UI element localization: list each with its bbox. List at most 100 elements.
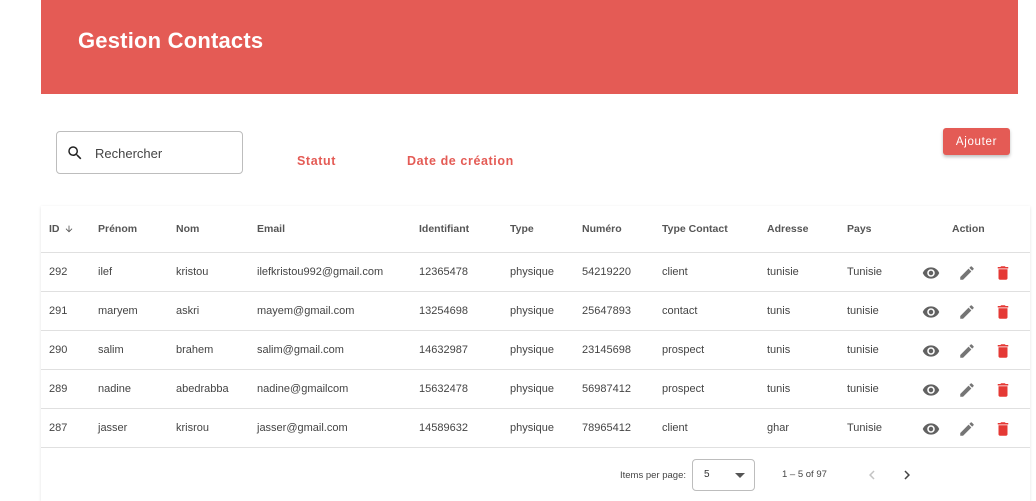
- cell-identifiant: 15632478: [419, 383, 468, 395]
- eye-icon[interactable]: [922, 381, 940, 399]
- table-row: 291 maryem askri mayem@gmail.com 13254698 phy…: [41, 292, 1030, 331]
- cell-adresse: tunis: [767, 383, 791, 395]
- cell-nom: brahem: [176, 344, 214, 356]
- header-adresse: Adresse: [767, 223, 809, 235]
- cell-type: physique: [510, 266, 555, 278]
- cell-prenom: jasser: [98, 422, 128, 434]
- add-contact-button[interactable]: Ajouter: [943, 128, 1010, 155]
- trash-icon[interactable]: [994, 420, 1012, 438]
- cell-type-contact: prospect: [662, 383, 705, 395]
- app-header: Gestion Contacts: [41, 0, 1018, 94]
- cell-numero: 23145698: [582, 344, 631, 356]
- table-row: 290 salim brahem salim@gmail.com 14632987 phy…: [41, 331, 1030, 370]
- cell-nom: krisrou: [176, 422, 210, 434]
- eye-icon[interactable]: [922, 303, 940, 321]
- search-input[interactable]: [95, 142, 235, 164]
- cell-id: 287: [49, 422, 68, 434]
- table-row: 289 nadine abedrabba nadine@gmailcom 1563247…: [41, 370, 1030, 409]
- cell-type-contact: prospect: [662, 344, 705, 356]
- header-action: Action: [952, 223, 985, 235]
- header-numero: Numéro: [582, 223, 622, 235]
- items-per-page-label: Items per page:: [620, 470, 687, 481]
- cell-pays: Tunisie: [847, 266, 883, 278]
- eye-icon[interactable]: [922, 420, 940, 438]
- table-row: 287 jasser krisrou jasser@gmail.com 14589632…: [41, 409, 1030, 448]
- cell-prenom: ilef: [98, 266, 113, 278]
- cell-identifiant: 14632987: [419, 344, 468, 356]
- cell-type: physique: [510, 422, 555, 434]
- arrow-down-icon: [65, 225, 72, 233]
- page-size-value: 5: [704, 469, 710, 480]
- trash-icon[interactable]: [994, 381, 1012, 399]
- cell-adresse: tunis: [767, 344, 791, 356]
- cell-prenom: nadine: [98, 383, 132, 395]
- header-type-contact: Type Contact: [662, 223, 728, 235]
- trash-icon[interactable]: [994, 342, 1012, 360]
- cell-pays: tunisie: [847, 305, 879, 317]
- cell-email: jasser@gmail.com: [257, 422, 348, 434]
- cell-pays: tunisie: [847, 344, 879, 356]
- cell-id: 289: [49, 383, 68, 395]
- contacts-table: ID Prénom Nom Email Identifiant Type Num…: [41, 206, 1030, 501]
- cell-id: 290: [49, 344, 68, 356]
- cell-pays: Tunisie: [847, 422, 883, 434]
- header-email: Email: [257, 223, 286, 235]
- header-id[interactable]: ID: [49, 206, 74, 252]
- trash-icon[interactable]: [994, 264, 1012, 282]
- date-filter-button[interactable]: Date de création: [407, 150, 514, 172]
- pencil-icon[interactable]: [958, 420, 976, 438]
- cell-identifiant: 13254698: [419, 305, 468, 317]
- cell-adresse: ghar: [767, 422, 790, 434]
- pencil-icon[interactable]: [958, 264, 976, 282]
- cell-id: 291: [49, 305, 68, 317]
- next-page-button[interactable]: [898, 466, 916, 484]
- header-pays: Pays: [847, 223, 872, 235]
- cell-numero: 56987412: [582, 383, 631, 395]
- header-identifiant: Identifiant: [419, 223, 470, 235]
- cell-type-contact: client: [662, 266, 688, 278]
- eye-icon[interactable]: [922, 342, 940, 360]
- header-prenom: Prénom: [98, 223, 138, 235]
- cell-nom: abedrabba: [176, 383, 229, 395]
- page-size-select[interactable]: 5: [692, 459, 755, 491]
- cell-type: physique: [510, 305, 555, 317]
- cell-numero: 25647893: [582, 305, 631, 317]
- cell-adresse: tunisie: [767, 266, 799, 278]
- paginator: Items per page: 5 1 – 5 of 97: [41, 454, 1030, 501]
- header-nom: Nom: [176, 223, 200, 235]
- pencil-icon[interactable]: [958, 303, 976, 321]
- search-icon: [68, 146, 82, 160]
- page-title: Gestion Contacts: [78, 28, 264, 53]
- cell-type: physique: [510, 344, 555, 356]
- pencil-icon[interactable]: [958, 342, 976, 360]
- cell-identifiant: 14589632: [419, 422, 468, 434]
- header-type: Type: [510, 223, 534, 235]
- cell-email: mayem@gmail.com: [257, 305, 355, 317]
- statut-filter-button[interactable]: Statut: [297, 150, 336, 172]
- cell-nom: kristou: [176, 266, 209, 278]
- previous-page-button[interactable]: [863, 466, 881, 484]
- pencil-icon[interactable]: [958, 381, 976, 399]
- cell-email: salim@gmail.com: [257, 344, 344, 356]
- cell-prenom: salim: [98, 344, 124, 356]
- cell-prenom: maryem: [98, 305, 138, 317]
- cell-email: nadine@gmailcom: [257, 383, 349, 395]
- table-row: 292 ilef kristou ilefkristou992@gmail.com 12…: [41, 253, 1030, 292]
- cell-adresse: tunis: [767, 305, 791, 317]
- caret-down-icon: [735, 473, 745, 478]
- page-range-label: 1 – 5 of 97: [782, 469, 827, 480]
- cell-email: ilefkristou992@gmail.com: [257, 266, 384, 278]
- cell-type-contact: contact: [662, 305, 698, 317]
- cell-pays: tunisie: [847, 383, 879, 395]
- eye-icon[interactable]: [922, 264, 940, 282]
- cell-id: 292: [49, 266, 68, 278]
- cell-identifiant: 12365478: [419, 266, 468, 278]
- cell-nom: askri: [176, 305, 200, 317]
- header-id-label: ID: [49, 223, 60, 235]
- cell-type-contact: client: [662, 422, 688, 434]
- cell-numero: 54219220: [582, 266, 631, 278]
- search-field[interactable]: [56, 131, 243, 174]
- cell-type: physique: [510, 383, 555, 395]
- table-header: ID Prénom Nom Email Identifiant Type Num…: [41, 206, 1030, 253]
- trash-icon[interactable]: [994, 303, 1012, 321]
